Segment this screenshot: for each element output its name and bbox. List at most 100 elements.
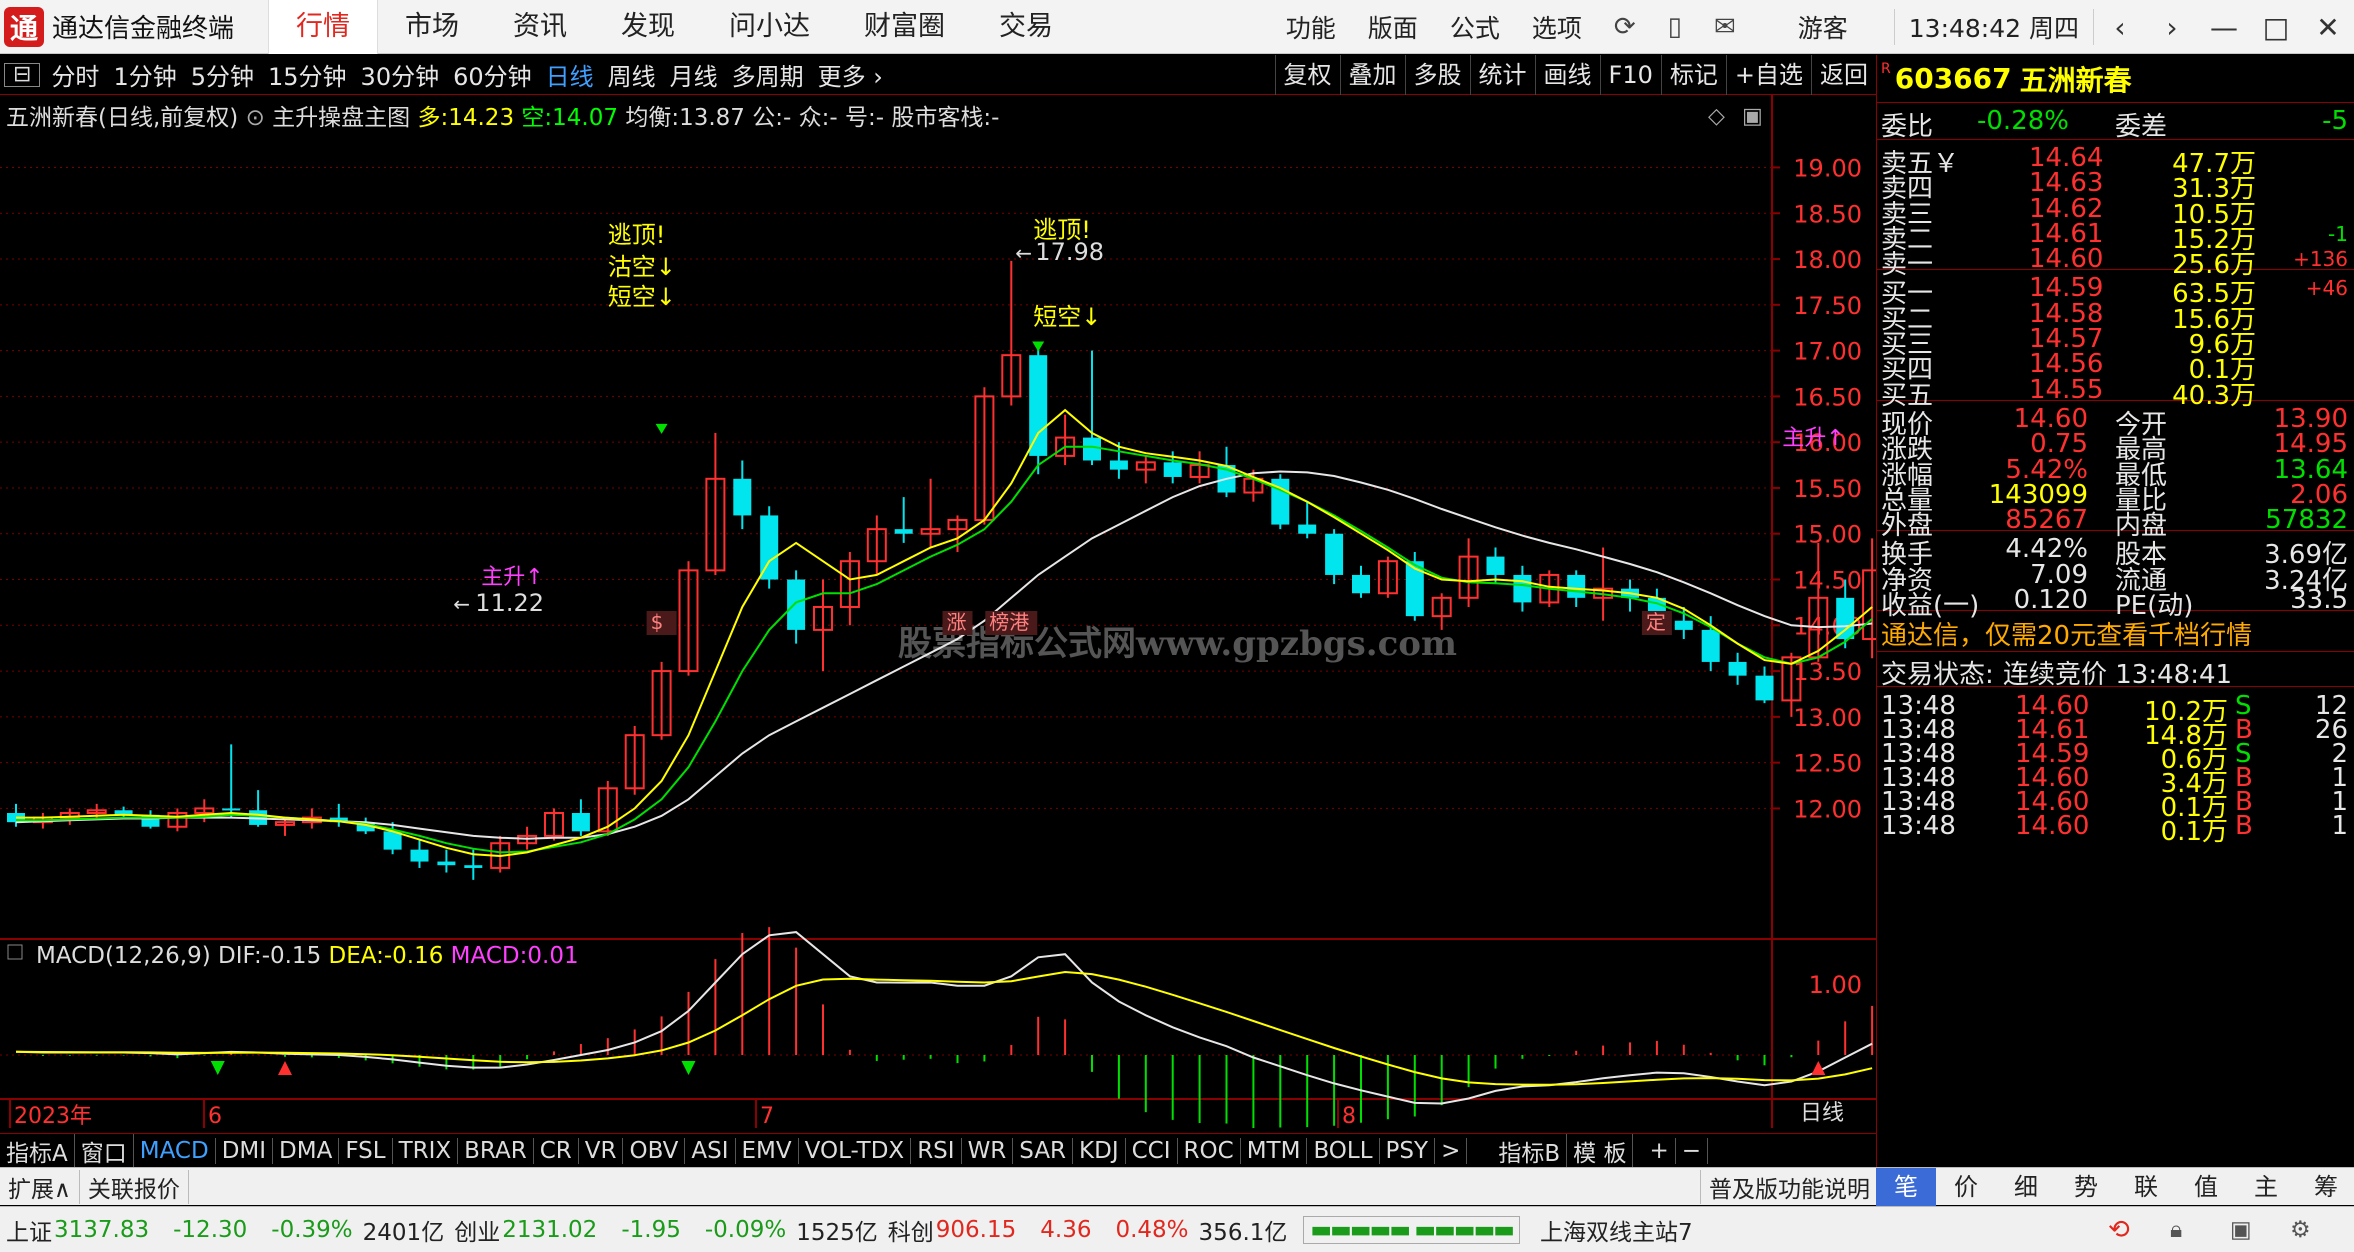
phone-icon[interactable]: ▯: [1652, 12, 1698, 42]
indicator-tab[interactable]: PSY: [1380, 1137, 1436, 1164]
collapse-icon[interactable]: ⊟: [4, 62, 41, 87]
indicator-tab[interactable]: WR: [962, 1137, 1014, 1164]
connect-icon[interactable]: ⟲: [2108, 1215, 2130, 1245]
indicator-tab[interactable]: DMI: [216, 1137, 274, 1164]
asks-row[interactable]: 卖三 14.62 10.5万: [1877, 194, 2354, 230]
indicator-tab[interactable]: 指标A: [0, 1133, 75, 1168]
period-item[interactable]: 更多 ›: [811, 57, 890, 92]
indicator-tab[interactable]: BRAR: [458, 1137, 534, 1164]
indicator-tab[interactable]: ASI: [685, 1137, 736, 1164]
refresh-icon[interactable]: ⟳: [1598, 12, 1652, 42]
stock-code[interactable]: 603667: [1895, 62, 2012, 95]
top-tool-item[interactable]: 版面: [1352, 9, 1434, 45]
user-label[interactable]: 游客: [1782, 9, 1864, 45]
macd-params[interactable]: MACD(12,26,9): [36, 943, 211, 969]
period-item[interactable]: 60分钟: [446, 57, 539, 92]
indicator-tab[interactable]: FSL: [339, 1137, 393, 1164]
chart-tool-item[interactable]: 多股: [1404, 55, 1470, 95]
indicator-tab[interactable]: KDJ: [1073, 1137, 1126, 1164]
bids-row[interactable]: 买五 14.55 40.3万: [1877, 375, 2354, 411]
period-item[interactable]: 分时: [44, 57, 106, 92]
indicator-tab[interactable]: CCI: [1126, 1137, 1178, 1164]
cy-label[interactable]: 创业: [454, 1213, 500, 1247]
period-item[interactable]: 月线: [663, 57, 725, 92]
bids-row[interactable]: 买四 14.56 0.1万: [1877, 349, 2354, 385]
top-tool-item[interactable]: 选项: [1516, 9, 1598, 45]
period-item[interactable]: 日线: [539, 57, 601, 92]
asks-row[interactable]: 卖二 14.61 15.2万 -1: [1877, 219, 2354, 255]
top-tool-item[interactable]: 功能: [1270, 9, 1352, 45]
indicator-tab[interactable]: MTM: [1241, 1137, 1308, 1164]
period-item[interactable]: 30分钟: [354, 57, 447, 92]
indicator-tab[interactable]: 模 板: [1567, 1133, 1634, 1168]
indicator-tab[interactable]: MACD: [134, 1137, 216, 1164]
quote-view-tab[interactable]: 值: [2176, 1168, 2236, 1206]
indicator-tab[interactable]: RSI: [911, 1137, 962, 1164]
indicator-tab[interactable]: SAR: [1013, 1137, 1074, 1164]
topnav-item[interactable]: 市场: [378, 0, 486, 54]
indicator-tab[interactable]: −: [1676, 1137, 1709, 1164]
close-icon[interactable]: ✕: [2302, 11, 2354, 44]
indicator-tab[interactable]: VOL-TDX: [799, 1137, 912, 1164]
indicator-tab[interactable]: +: [1643, 1137, 1676, 1164]
chart-tool-item[interactable]: F10: [1599, 55, 1661, 95]
period-item[interactable]: 15分钟: [261, 57, 354, 92]
indicator-tab[interactable]: EMV: [736, 1137, 799, 1164]
quote-view-tab[interactable]: 细: [1996, 1168, 2056, 1206]
kline-chart[interactable]: 19.00 18.50 18.00 17.50 17.00 16.50 16.00 15.50…: [0, 95, 1883, 1129]
indicator-tab[interactable]: DMA: [273, 1137, 340, 1164]
related-quote-button[interactable]: 关联报价: [80, 1169, 189, 1204]
stock-name[interactable]: 五洲新春: [2020, 59, 2132, 99]
dropdown-icon[interactable]: ⊙: [246, 105, 273, 131]
chart-tool-item[interactable]: 返回: [1811, 55, 1876, 95]
indicator-tab[interactable]: 指标B: [1492, 1133, 1568, 1168]
chart-tool-item[interactable]: 标记: [1660, 55, 1726, 95]
indicator-tab[interactable]: BOLL: [1307, 1137, 1380, 1164]
message-icon[interactable]: ▣: [2230, 1217, 2252, 1243]
period-item[interactable]: 5分钟: [184, 57, 261, 92]
stock-period-label[interactable]: 五洲新春(日线,前复权): [6, 105, 238, 131]
help-button[interactable]: 普及版功能说明: [1700, 1169, 1879, 1204]
lock-icon[interactable]: 🔒︎: [2170, 1217, 2182, 1243]
asks-row[interactable]: 卖四 14.63 31.3万: [1877, 168, 2354, 204]
topnav-item[interactable]: 问小达: [702, 0, 837, 54]
server-name[interactable]: 上海双线主站7: [1540, 1213, 1693, 1247]
period-item[interactable]: 周线: [601, 57, 663, 92]
chart-tool-item[interactable]: 统计: [1469, 55, 1535, 95]
indicator-tab[interactable]: >: [1435, 1137, 1468, 1164]
top-tool-item[interactable]: 公式: [1434, 9, 1516, 45]
topnav-item[interactable]: 交易: [972, 0, 1080, 54]
asks-row[interactable]: 卖一 14.60 25.6万 +136: [1877, 244, 2354, 280]
mail-icon[interactable]: ✉: [1698, 12, 1752, 42]
chart-tool-item[interactable]: 画线: [1534, 55, 1600, 95]
chart-tool-item[interactable]: 叠加: [1339, 55, 1405, 95]
indicator-tab[interactable]: 窗口: [75, 1133, 134, 1168]
indicator-tab[interactable]: VR: [579, 1137, 624, 1164]
back-arrow-icon[interactable]: ‹: [2094, 11, 2146, 44]
settings-icon[interactable]: ⚙: [2290, 1217, 2311, 1243]
bids-row[interactable]: 买一 14.59 63.5万 +46: [1877, 273, 2354, 309]
maximize-icon[interactable]: □: [2250, 11, 2302, 44]
kc-label[interactable]: 科创: [888, 1213, 934, 1247]
quote-view-tab[interactable]: 主: [2236, 1168, 2296, 1206]
chart-tool-item[interactable]: +自选: [1725, 55, 1811, 95]
topnav-item[interactable]: 发现: [594, 0, 702, 54]
indicator-tab[interactable]: ROC: [1178, 1137, 1241, 1164]
quote-view-tab[interactable]: 筹: [2296, 1168, 2354, 1206]
indicator-tab[interactable]: CR: [534, 1137, 579, 1164]
forward-arrow-icon[interactable]: ›: [2146, 11, 2198, 44]
topnav-item[interactable]: 行情: [268, 0, 378, 54]
sh-label[interactable]: 上证: [6, 1213, 52, 1247]
chart-tool-item[interactable]: 复权: [1274, 55, 1340, 95]
formula-name[interactable]: 主升操盘主图: [272, 105, 410, 131]
expand-button[interactable]: 扩展∧: [0, 1169, 80, 1204]
promo-banner[interactable]: 通达信，仅需20元查看千档行情: [1881, 615, 2252, 652]
asks-row[interactable]: 卖五￥ 14.64 47.7万: [1877, 143, 2354, 179]
period-item[interactable]: 1分钟: [106, 57, 183, 92]
minimize-icon[interactable]: —: [2198, 11, 2250, 44]
period-item[interactable]: 多周期: [725, 57, 811, 92]
quote-view-tab[interactable]: 联: [2116, 1168, 2176, 1206]
quote-view-tab[interactable]: 价: [1936, 1168, 1996, 1206]
bids-row[interactable]: 买三 14.57 9.6万: [1877, 324, 2354, 360]
indicator-tab[interactable]: OBV: [623, 1137, 686, 1164]
